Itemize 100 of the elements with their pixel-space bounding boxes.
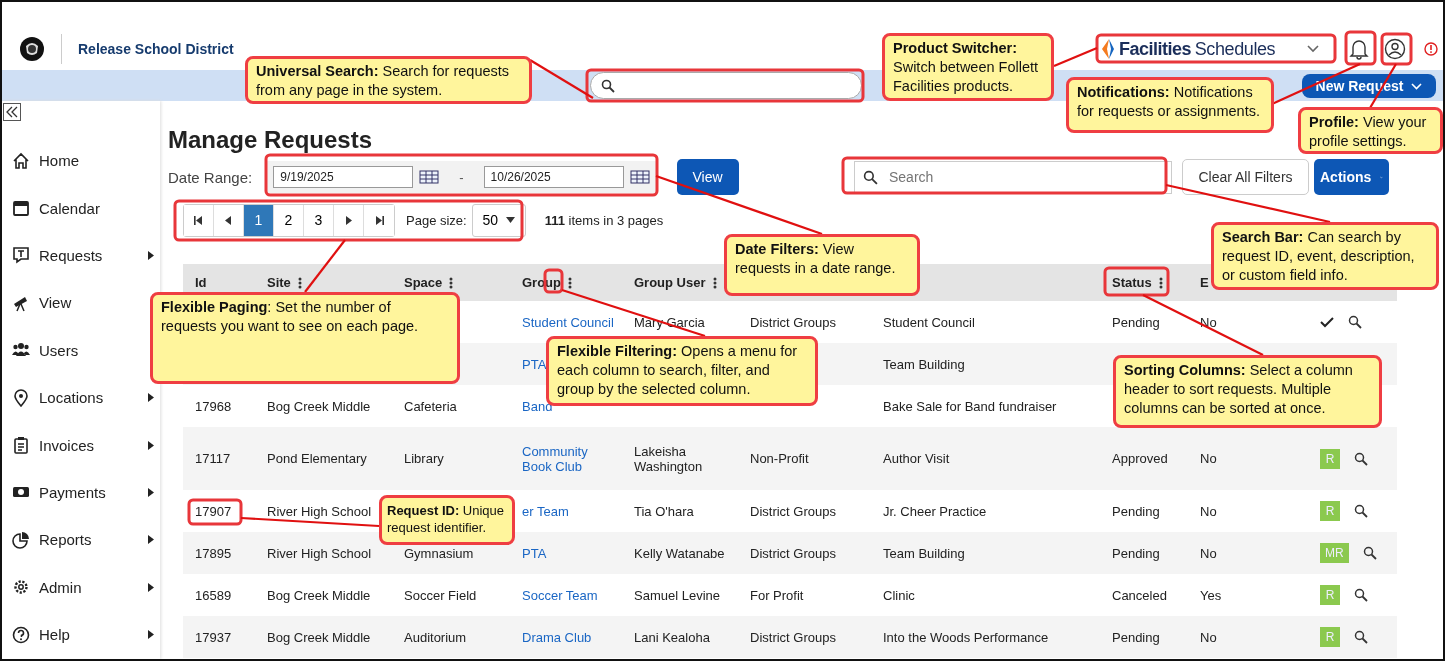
- column-header[interactable]: Site: [267, 275, 291, 290]
- leader-line: [529, 59, 594, 99]
- column-menu-icon[interactable]: [568, 276, 572, 289]
- column-header[interactable]: E: [1200, 275, 1209, 290]
- leader-line: [1053, 47, 1098, 67]
- search-icon: [601, 78, 615, 93]
- highlight-frame: [1344, 30, 1377, 66]
- caret-icon: [1307, 45, 1319, 53]
- search-icon[interactable]: [1362, 546, 1377, 560]
- group-link[interactable]: Community Book Club: [522, 443, 616, 474]
- search-field[interactable]: Search: [854, 160, 1172, 194]
- table-cell: District Groups: [750, 545, 836, 561]
- search-icon[interactable]: [1348, 315, 1362, 329]
- column-menu-icon[interactable]: [449, 276, 454, 289]
- collapse-icon[interactable]: [3, 103, 21, 121]
- callout-tooltip: Universal Search: Search for requests from any page in the system.: [245, 56, 532, 104]
- table-cell: Pond Elementary: [267, 451, 367, 466]
- skip-end-icon: [374, 215, 384, 225]
- search-icon[interactable]: [1354, 588, 1368, 602]
- page-button[interactable]: 1: [244, 204, 274, 236]
- submenu-arrow-icon: [148, 393, 154, 403]
- group-link[interactable]: er Team: [522, 503, 569, 519]
- highlight-frame: [1103, 266, 1170, 297]
- group-link[interactable]: Drama Club: [522, 629, 592, 645]
- alert-icon: [1424, 42, 1438, 56]
- table-cell: Bog Creek Middle: [267, 587, 371, 603]
- status-badge: MR: [1320, 543, 1349, 563]
- column-header[interactable]: Space: [404, 275, 443, 290]
- caret-icon: [506, 217, 515, 223]
- calendar-icon[interactable]: [419, 170, 440, 184]
- sidebar-item[interactable]: Admin: [2, 563, 160, 611]
- group-link[interactable]: Soccer Team: [522, 587, 598, 603]
- table-cell: Bog Creek Middle: [267, 629, 371, 645]
- table-cell: Into the Woods Performance: [883, 629, 1049, 645]
- highlight-frame: [187, 498, 243, 526]
- table-cell: Team Building: [883, 545, 965, 561]
- search-icon[interactable]: [1354, 630, 1368, 644]
- submenu-arrow-icon: [148, 487, 154, 497]
- table-cell: Author Visit: [883, 451, 950, 466]
- submenu-arrow-icon: [148, 440, 154, 450]
- clear-filters-button[interactable]: Clear All Filters: [1182, 159, 1309, 195]
- search-icon[interactable]: [1354, 451, 1368, 466]
- page-size-label: Page size:: [406, 212, 467, 228]
- column-menu-icon[interactable]: [1158, 276, 1163, 289]
- sidebar-item[interactable]: Help: [2, 610, 160, 659]
- callout-tooltip: Search Bar: Can search by request ID, event, description, or custom field info.: [1211, 222, 1439, 290]
- table-cell: Pending: [1112, 629, 1160, 645]
- caret-icon: [1411, 82, 1423, 90]
- calendar-icon[interactable]: [629, 170, 650, 184]
- table-cell: River High School: [267, 503, 372, 519]
- items-summary: 111 items in 3 pages: [544, 212, 664, 228]
- callout-tooltip: Profile: View your profile settings.: [1298, 107, 1443, 154]
- gear-icon: [12, 578, 30, 597]
- help-icon: [12, 625, 30, 644]
- callout-tooltip: Product Switcher: Switch between Follett Facilities products.: [882, 33, 1054, 101]
- search-icon[interactable]: [1354, 504, 1368, 518]
- sidebar-item[interactable]: Home: [2, 137, 160, 185]
- table-cell: Pending: [1112, 503, 1160, 519]
- callout-tooltip: Request ID: Unique request identifier.: [379, 495, 515, 545]
- end-date-field[interactable]: 10/26/2025: [483, 166, 624, 188]
- group-link[interactable]: Student Council: [522, 314, 614, 330]
- start-date-field[interactable]: 9/19/2025: [273, 166, 414, 188]
- sidebar-item[interactable]: Calendar: [2, 184, 160, 232]
- first-page-button[interactable]: [184, 204, 214, 236]
- table-cell: River High School: [267, 545, 372, 561]
- table-cell: Jr. Cheer Practice: [883, 503, 987, 519]
- sidebar-item[interactable]: Payments: [2, 468, 160, 517]
- table-cell: Bake Sale for Band fundraiser: [883, 398, 1057, 414]
- status-badge: R: [1320, 585, 1340, 605]
- group-link[interactable]: PTA: [522, 356, 547, 372]
- table-cell: Clinic: [883, 587, 915, 603]
- view-button[interactable]: View: [676, 159, 739, 195]
- table-cell: Cafeteria: [404, 398, 457, 414]
- column-menu-icon[interactable]: [712, 276, 717, 289]
- table-cell: Lani Kealoha: [634, 629, 710, 645]
- actions-button[interactable]: Actions: [1314, 159, 1389, 195]
- sidebar-item[interactable]: Invoices: [2, 421, 160, 469]
- search-icon: [863, 169, 878, 185]
- sidebar-item[interactable]: Requests: [2, 231, 160, 280]
- status-badge: R: [1320, 448, 1340, 469]
- column-header[interactable]: Id: [195, 275, 207, 290]
- page-size-dropdown[interactable]: 50: [471, 203, 526, 237]
- table-cell: Samuel Levine: [634, 587, 720, 603]
- skip-start-icon: [194, 215, 203, 225]
- table-cell: No: [1200, 314, 1217, 330]
- sidebar-item[interactable]: Reports: [2, 516, 160, 564]
- table-cell: Kelly Watanabe: [634, 545, 725, 561]
- table-cell: Team Building: [883, 356, 965, 372]
- table-cell: Pending: [1112, 314, 1160, 330]
- range-separator: -: [459, 169, 464, 185]
- column-header[interactable]: Group User: [634, 275, 706, 290]
- table-cell: Gymnasium: [404, 545, 474, 561]
- table-cell: Library: [404, 451, 444, 466]
- group-link[interactable]: PTA: [522, 545, 547, 561]
- column-menu-icon[interactable]: [297, 276, 302, 289]
- table-cell: No: [1200, 451, 1217, 466]
- column-header[interactable]: Status: [1112, 275, 1152, 290]
- status-badge: R: [1320, 501, 1340, 521]
- caret-right-icon: [345, 215, 352, 225]
- pie-icon: [12, 530, 30, 549]
